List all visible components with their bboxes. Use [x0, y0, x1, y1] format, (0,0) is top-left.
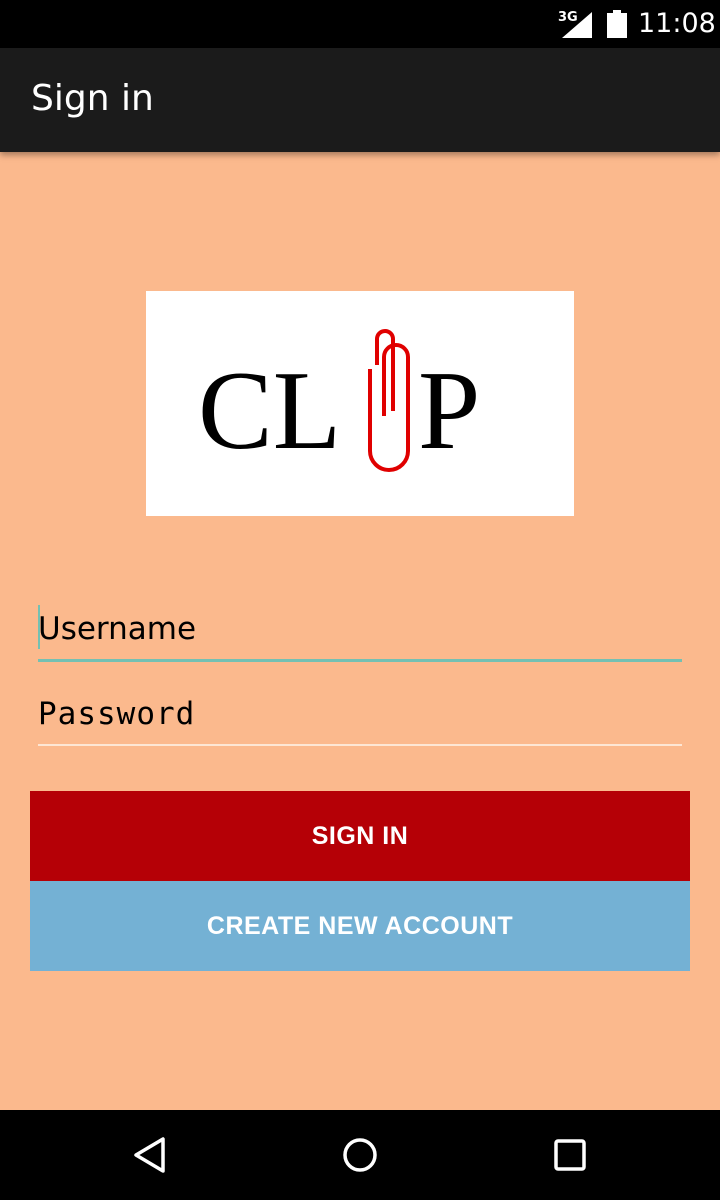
battery-icon	[607, 10, 627, 38]
app-bar: Sign in	[0, 48, 720, 152]
recents-icon[interactable]	[554, 1139, 586, 1171]
create-account-button[interactable]: CREATE NEW ACCOUNT	[30, 881, 690, 971]
home-icon[interactable]	[342, 1137, 378, 1173]
cell-signal-icon	[562, 12, 592, 38]
password-field[interactable]: Password	[38, 694, 682, 746]
back-icon[interactable]	[133, 1137, 167, 1173]
password-placeholder: Password	[38, 696, 196, 732]
page-title: Sign in	[31, 78, 154, 119]
status-bar: 3G 11:08	[0, 0, 720, 48]
username-field[interactable]: Username	[38, 605, 682, 662]
navigation-bar	[0, 1110, 720, 1200]
logo-text-cl: CL	[198, 349, 341, 473]
sign-in-button[interactable]: SIGN IN	[30, 791, 690, 881]
paperclip-icon	[368, 329, 410, 472]
username-placeholder: Username	[38, 611, 197, 647]
clock: 11:08	[638, 8, 716, 39]
logo-graphic: CL P	[198, 329, 480, 473]
logo-text-p: P	[418, 349, 480, 473]
clip-logo: CL P	[146, 291, 574, 516]
